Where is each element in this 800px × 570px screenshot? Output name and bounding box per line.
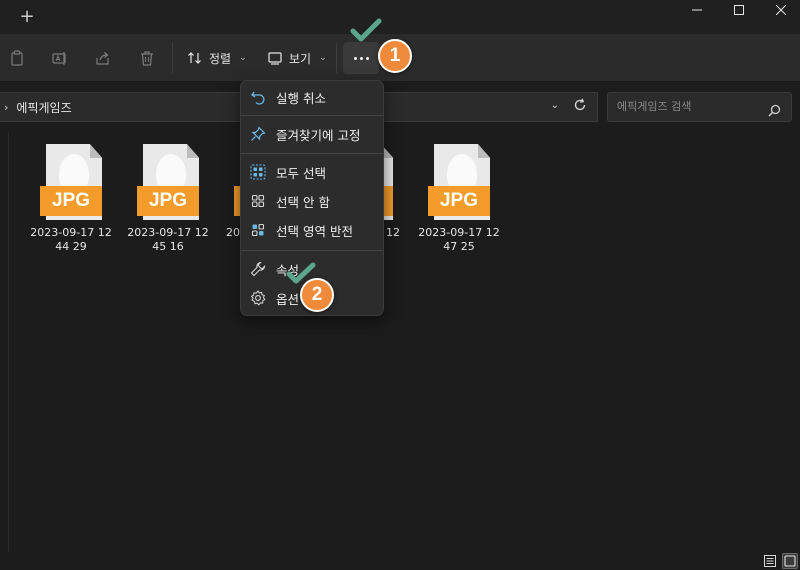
delete-icon bbox=[141, 51, 153, 66]
menu-item-select-all[interactable]: 모두 선택 bbox=[241, 159, 383, 185]
chevron-down-icon: ⌄ bbox=[239, 53, 247, 63]
wrench-icon bbox=[249, 260, 267, 278]
delete-button[interactable] bbox=[135, 46, 159, 70]
minimize-button[interactable] bbox=[674, 0, 720, 20]
sort-icon bbox=[188, 52, 201, 64]
menu-item-label: 즐겨찾기에 고정 bbox=[276, 127, 361, 143]
menu-item-select-none[interactable]: 선택 안 함 bbox=[241, 188, 383, 214]
file-name: 2023-09-17 12 47 25 bbox=[418, 226, 500, 253]
refresh-button[interactable] bbox=[573, 98, 587, 115]
breadcrumb-folder[interactable]: 에픽게임즈 bbox=[16, 99, 71, 116]
menu-item-label: 선택 영역 반전 bbox=[276, 223, 353, 239]
step-marker-1: 1 bbox=[378, 39, 412, 73]
rename-icon bbox=[52, 52, 66, 65]
details-view-icon bbox=[764, 555, 776, 567]
see-more-button[interactable] bbox=[343, 42, 379, 74]
file-name: 2023-09-17 12 45 16 bbox=[127, 226, 209, 253]
menu-separator bbox=[241, 115, 383, 116]
menu-item-invert-selection[interactable]: 선택 영역 반전 bbox=[241, 217, 383, 243]
toolbar-separator bbox=[172, 43, 173, 73]
large-icons-view-button[interactable] bbox=[782, 553, 798, 569]
menu-item-undo[interactable]: 실행 취소 bbox=[241, 84, 383, 110]
search-placeholder: 에픽게임즈 검색 bbox=[617, 100, 692, 113]
invert-selection-icon bbox=[249, 221, 267, 239]
chevron-down-icon: ⌄ bbox=[319, 53, 327, 63]
share-button[interactable] bbox=[91, 46, 115, 70]
gear-icon bbox=[249, 289, 267, 307]
select-none-icon bbox=[249, 192, 267, 210]
toolbar-separator bbox=[336, 43, 337, 73]
refresh-icon bbox=[574, 98, 586, 111]
view-icon bbox=[268, 52, 282, 65]
close-button[interactable] bbox=[758, 0, 800, 20]
jpg-file-icon: JPG bbox=[137, 144, 199, 222]
copy-icon bbox=[11, 50, 23, 66]
menu-item-label: 실행 취소 bbox=[276, 90, 326, 106]
menu-separator bbox=[241, 250, 383, 251]
close-icon bbox=[776, 5, 786, 15]
large-icons-view-icon bbox=[784, 555, 796, 567]
jpg-file-icon: JPG bbox=[428, 144, 490, 222]
title-bar: + bbox=[0, 0, 800, 34]
pin-icon bbox=[249, 125, 267, 143]
navigation-pane-border bbox=[8, 132, 9, 552]
menu-separator bbox=[241, 153, 383, 154]
file-item[interactable]: JPG 2023-09-17 12 45 16 bbox=[118, 144, 218, 254]
file-name: 2023-09-17 12 44 29 bbox=[30, 226, 112, 253]
view-label: 보기 bbox=[289, 51, 312, 66]
menu-item-pin-to-quick-access[interactable]: 즐겨찾기에 고정 bbox=[241, 121, 383, 147]
undo-icon bbox=[249, 88, 267, 106]
menu-item-label: 옵션 bbox=[276, 291, 300, 307]
step-marker-2: 2 bbox=[300, 278, 334, 312]
menu-item-label: 선택 안 함 bbox=[276, 194, 330, 210]
copy-button[interactable] bbox=[5, 46, 29, 70]
file-list-area: JPG 2023-09-17 12 44 29 JPG 2023-09-17 12… bbox=[0, 132, 800, 552]
status-bar bbox=[0, 552, 800, 570]
details-view-button[interactable] bbox=[762, 553, 778, 569]
address-row: › 에픽게임즈 ⌄ 에픽게임즈 검색 bbox=[0, 82, 800, 132]
search-icon bbox=[768, 100, 781, 128]
file-item[interactable]: JPG 2023-09-17 12 44 29 bbox=[21, 144, 121, 254]
sort-button[interactable]: 정렬 ⌄ bbox=[187, 44, 247, 72]
address-history-dropdown[interactable]: ⌄ bbox=[551, 100, 559, 111]
menu-item-label: 모두 선택 bbox=[276, 165, 326, 181]
file-type-badge: JPG bbox=[428, 186, 490, 216]
chevron-right-icon: › bbox=[4, 100, 9, 114]
sort-label: 정렬 bbox=[209, 51, 232, 66]
new-tab-button[interactable]: + bbox=[16, 6, 38, 28]
file-item[interactable]: JPG 2023-09-17 12 47 25 bbox=[409, 144, 509, 254]
search-input[interactable]: 에픽게임즈 검색 bbox=[607, 92, 792, 122]
share-icon bbox=[96, 52, 109, 65]
rename-button[interactable] bbox=[48, 46, 72, 70]
file-type-badge: JPG bbox=[137, 186, 199, 216]
maximize-icon bbox=[734, 5, 744, 15]
maximize-button[interactable] bbox=[716, 0, 762, 20]
select-all-icon bbox=[249, 163, 267, 181]
minimize-icon bbox=[692, 9, 702, 11]
checkmark-icon bbox=[350, 18, 382, 42]
view-button[interactable]: 보기 ⌄ bbox=[267, 44, 327, 72]
ellipsis-icon bbox=[353, 56, 357, 60]
jpg-file-icon: JPG bbox=[40, 144, 102, 222]
file-type-badge: JPG bbox=[40, 186, 102, 216]
